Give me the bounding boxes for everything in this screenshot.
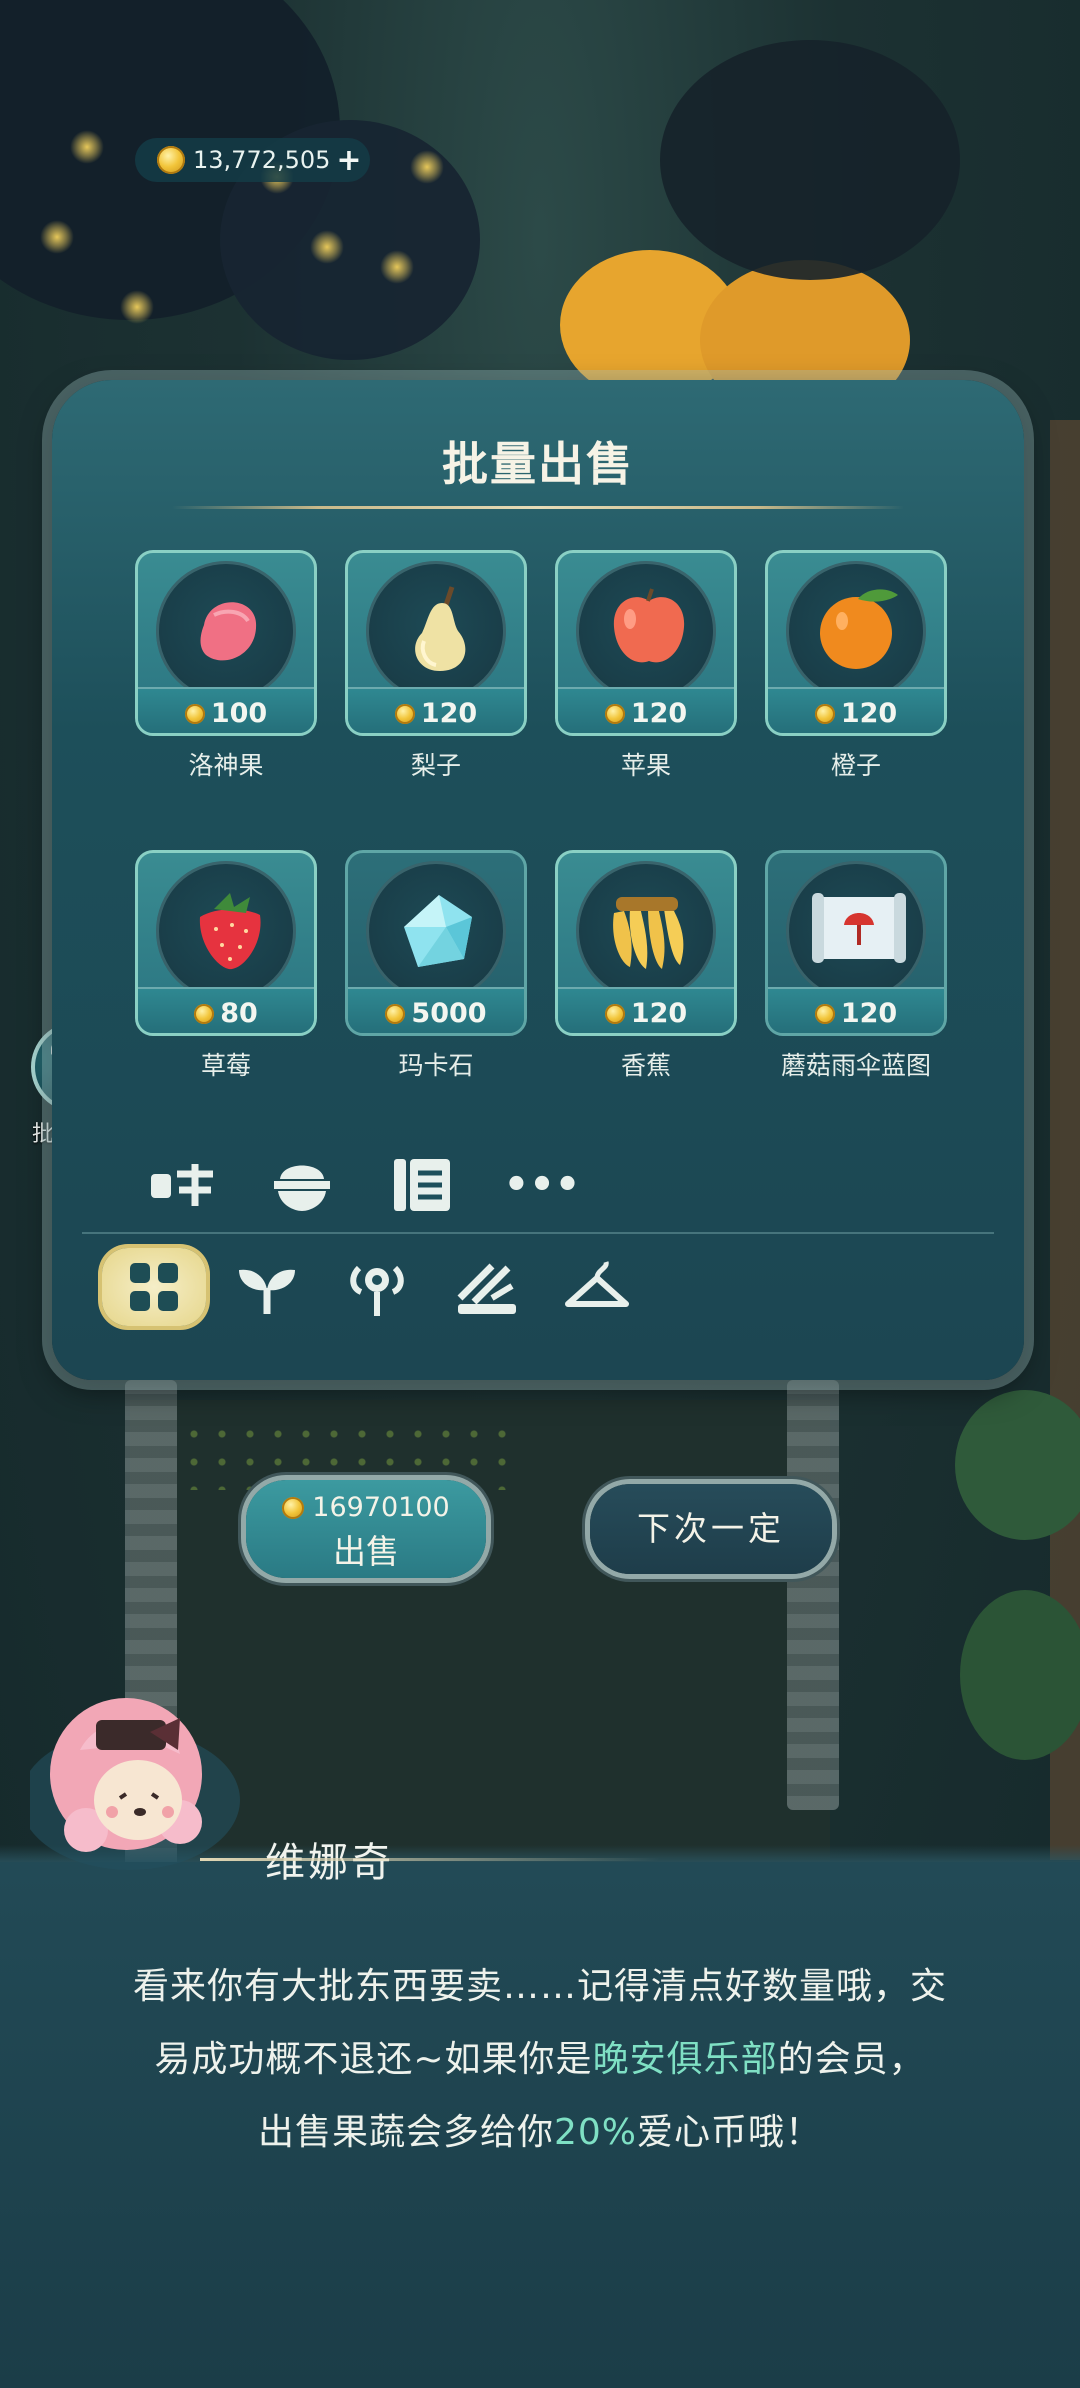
item-price: 80: [138, 998, 314, 1029]
item-name: 草莓: [200, 1051, 251, 1080]
food-icon[interactable]: [142, 1150, 222, 1220]
coin-icon: [394, 704, 415, 724]
coin-icon: [814, 704, 835, 724]
item-maca-stone[interactable]: 221 5000 玛卡石: [345, 850, 527, 1082]
item-price: 5000: [348, 998, 524, 1029]
stone-path: [787, 1380, 839, 1810]
sell-label: 出售: [333, 1532, 399, 1571]
roselle-icon: [200, 602, 257, 661]
tree-silhouette: [660, 40, 960, 280]
dialog-text: 看来你有大批东西要卖……记得清点好数量哦，交 易成功概不退还~如果你是晚安俱乐部…: [60, 1950, 1020, 2169]
item-price: 100: [138, 698, 314, 729]
dialog-line-2: 易成功概不退还~如果你是晚安俱乐部的会员，: [154, 2039, 926, 2080]
item-price: 120: [768, 998, 944, 1029]
plant-decoration: [960, 1590, 1080, 1760]
flower-icon[interactable]: [327, 1248, 427, 1328]
coin-icon: [194, 1004, 215, 1024]
sell-amount: 16970100: [246, 1492, 486, 1523]
coin-icon: [604, 1004, 625, 1024]
item-pear[interactable]: 39573 120 梨子: [345, 550, 527, 782]
book-icon[interactable]: [382, 1150, 462, 1220]
coin-icon: [184, 704, 205, 724]
panel-title: 批量出售: [442, 437, 634, 491]
category-tab-row: [72, 1248, 972, 1338]
item-name: 橙子: [830, 751, 881, 780]
coin-icon: [814, 1004, 835, 1024]
item-banana[interactable]: 34017 120 香蕉: [555, 850, 737, 1082]
bowl-icon[interactable]: [262, 1150, 342, 1220]
item-mushroom-umbrella-blueprint[interactable]: 1 120 蘑菇雨伞蓝图: [765, 850, 947, 1082]
grid-icon[interactable]: [102, 1248, 206, 1326]
item-name: 香蕉: [620, 1051, 671, 1080]
tools-icon[interactable]: [437, 1248, 537, 1328]
add-coins-icon[interactable]: +: [336, 143, 361, 178]
item-strawberry[interactable]: 61956 80 草莓: [135, 850, 317, 1082]
item-name: 蘑菇雨伞蓝图: [780, 1051, 931, 1080]
pear-icon: [415, 586, 466, 671]
sprout-icon[interactable]: [217, 1248, 317, 1328]
item-roselle[interactable]: 603 100 洛神果: [135, 550, 317, 782]
sell-button[interactable]: 16970100 出售: [246, 1480, 486, 1578]
coin-icon: [282, 1497, 305, 1519]
blueprint-icon: [812, 893, 906, 963]
title-divider: [172, 506, 904, 509]
item-name: 苹果: [620, 751, 671, 780]
banana-icon: [613, 897, 684, 969]
hanger-icon[interactable]: [547, 1248, 647, 1328]
club-highlight: 晚安俱乐部: [592, 2039, 778, 2080]
coin-icon: [157, 146, 185, 174]
item-price: 120: [558, 998, 734, 1029]
gem-icon: [404, 895, 472, 967]
strawberry-icon: [199, 893, 261, 970]
item-price: 120: [348, 698, 524, 729]
orange-icon: [820, 589, 898, 669]
coin-counter[interactable]: 13,772,505 +: [135, 138, 370, 182]
item-orange[interactable]: 27417 120 橙子: [765, 550, 947, 782]
apple-icon: [613, 588, 685, 663]
item-name: 梨子: [410, 751, 461, 780]
dialog-line-1: 看来你有大批东西要卖……记得清点好数量哦，交: [132, 1966, 947, 2007]
next-time-button[interactable]: 下次一定: [590, 1484, 832, 1574]
item-price: 120: [558, 698, 734, 729]
item-apple[interactable]: 30489 120 苹果: [555, 550, 737, 782]
coin-icon: [385, 1004, 406, 1024]
item-name: 洛神果: [188, 751, 264, 780]
item-name: 玛卡石: [398, 1051, 474, 1080]
coin-amount: 13,772,505: [193, 146, 331, 174]
coin-icon: [604, 704, 625, 724]
plant-decoration: [955, 1390, 1080, 1540]
dialog-line-3: 出售果蔬会多给你20%爱心币哦！: [257, 2112, 823, 2153]
percent-highlight: 20%: [553, 2112, 637, 2153]
more-icon[interactable]: •••: [502, 1150, 582, 1220]
filter-divider: [82, 1232, 994, 1234]
speaker-underline: [200, 1858, 660, 1861]
bulk-sell-panel: 批量出售 603 100 洛神果 39573 120 梨子: [52, 380, 1024, 1380]
category-filter-row: •••: [92, 1150, 992, 1220]
item-price: 120: [768, 698, 944, 729]
